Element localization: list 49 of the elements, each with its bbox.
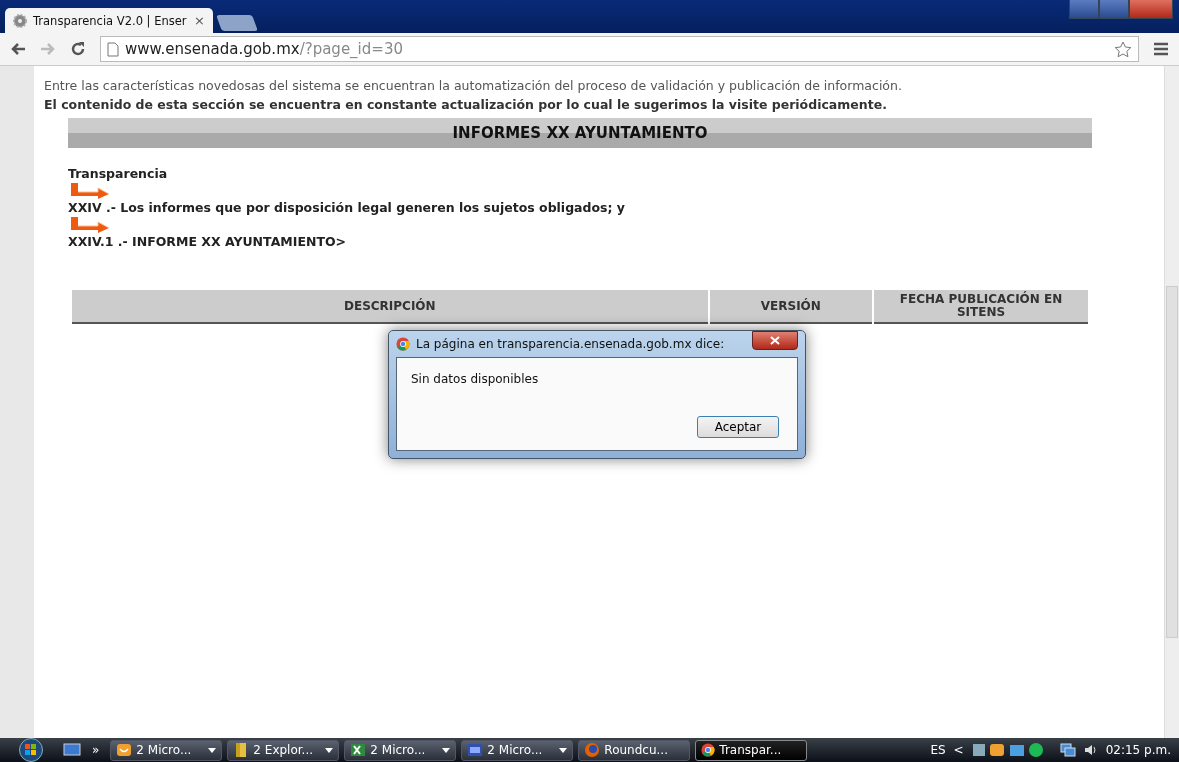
spreadsheet-icon — [350, 742, 367, 758]
clock[interactable]: 02:15 p.m. — [1105, 743, 1171, 757]
gear-icon — [13, 13, 27, 28]
back-icon[interactable] — [10, 42, 26, 56]
close-icon — [770, 336, 780, 345]
breadcrumb-link[interactable]: XXIV.1 .- INFORME XX AYUNTAMIENTO> — [68, 234, 347, 250]
taskbar-button[interactable]: 2 Micro... — [461, 739, 574, 761]
column-header: VERSIÓN — [709, 290, 873, 324]
column-header: DESCRIPCIÓN — [72, 290, 708, 324]
arrow-icon — [68, 216, 110, 234]
desktop-icon[interactable] — [63, 743, 81, 757]
new-tab-button[interactable] — [216, 15, 258, 31]
menu-icon[interactable] — [1153, 42, 1169, 56]
taskbar-button[interactable]: Roundcu... — [578, 739, 691, 761]
page-icon — [107, 41, 119, 57]
section-banner: INFORMES XX AYUNTAMIENTO — [68, 118, 1092, 148]
reload-icon[interactable] — [70, 41, 86, 57]
dialog-message: Sin datos disponibles — [411, 372, 540, 386]
restore-button[interactable] — [1099, 0, 1129, 19]
tab-close-button[interactable]: × — [194, 13, 205, 28]
taskbar-button[interactable]: 2 Explor... — [227, 739, 340, 761]
network-icon[interactable] — [1059, 743, 1076, 757]
dialog-title: La página en transparencia.ensenada.gob.mx dice: — [416, 337, 725, 351]
browser-logo-icon — [701, 743, 716, 757]
breadcrumb-link[interactable]: XXIV .- Los informes que por disposición legal generen los sujetos obligados; y — [68, 200, 625, 216]
browser-tab[interactable]: Transparencia V2.0 | Enser × — [5, 8, 213, 33]
close-button[interactable] — [1129, 0, 1173, 19]
tray-expand[interactable]: < — [953, 743, 964, 757]
dialog-close-button[interactable] — [752, 331, 798, 350]
browser-logo-icon — [396, 337, 410, 351]
envelope-icon — [116, 742, 133, 758]
globe-icon — [584, 742, 601, 758]
star-icon[interactable] — [1114, 40, 1132, 58]
address-bar[interactable]: www.ensenada.gob.mx/?page_id=30 — [100, 36, 1139, 62]
taskbar-button[interactable]: Transpar... — [695, 739, 808, 761]
document-icon — [467, 742, 484, 758]
column-header: FECHA PUBLICACIÓN EN SITENS — [874, 290, 1088, 324]
url-text: www.ensenada.gob.mx/?page_id=30 — [125, 40, 403, 58]
breadcrumb-link[interactable]: Transparencia — [68, 166, 168, 182]
quick-launch-more[interactable]: » — [92, 743, 100, 757]
arrow-icon — [68, 182, 110, 200]
speaker-icon[interactable] — [1083, 743, 1098, 757]
accept-button[interactable]: Aceptar — [697, 416, 779, 438]
intro-text: Entre las características novedosas del sistema se encuentran la automatización del proceso de validación y publicación de información. — [44, 78, 903, 93]
language-indicator[interactable]: ES — [930, 743, 946, 757]
minimize-button[interactable] — [1069, 0, 1099, 19]
taskbar-button[interactable]: 2 Micro... — [344, 739, 457, 761]
notice-text: El contenido de esta sección se encuentra en constante actualización por lo cual le sugerimos la visite periódicamente. — [44, 97, 888, 112]
taskbar-button[interactable]: 2 Micro... — [110, 739, 223, 761]
